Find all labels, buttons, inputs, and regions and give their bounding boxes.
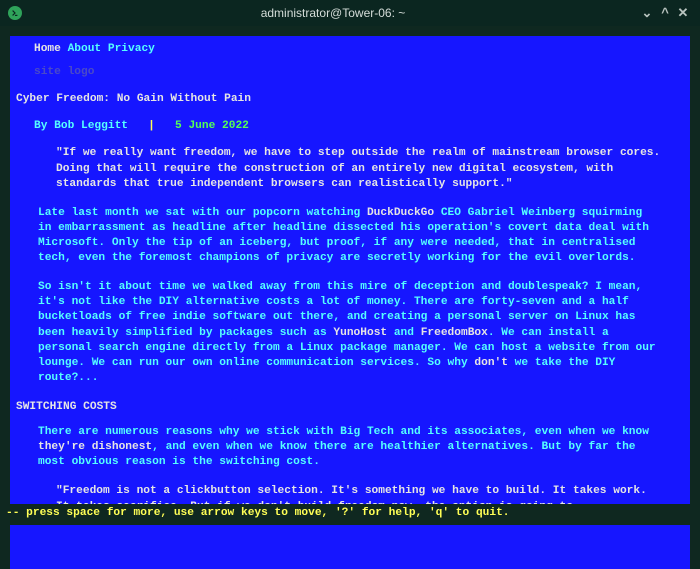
paragraph-2: So isn't it about time we walked away fr… [16,280,684,386]
byline-author: By Bob Leggitt [34,120,128,132]
minimize-button[interactable]: ^ [656,4,674,22]
terminal-icon [8,6,22,20]
p2-text-mid: and [387,327,421,339]
paragraph-3: There are numerous reasons why we stick … [16,425,684,470]
nav-privacy[interactable]: Privacy [108,43,155,55]
byline: By Bob Leggitt | 5 June 2022 [16,119,684,134]
byline-date: 5 June 2022 [175,120,249,132]
paragraph-1: Late last month we sat with our popcorn … [16,206,684,266]
window-titlebar: administrator@Tower-06: ~ ⌄ ^ ✕ [0,0,700,26]
pull-quote-1: "If we really want freedom, we have to s… [16,146,684,191]
terminal-viewport: Home About Privacy site logo Cyber Freed… [0,26,700,525]
nav-bar: Home About Privacy [16,42,684,57]
article-title: Cyber Freedom: No Gain Without Pain [16,92,684,107]
pager-content[interactable]: Home About Privacy site logo Cyber Freed… [10,36,690,569]
pager-statusbar: -- press space for more, use arrow keys … [0,504,700,525]
nav-home[interactable]: Home [34,43,61,55]
link-freedombox[interactable]: FreedomBox [421,327,488,339]
site-logo: site logo [16,65,684,80]
p3-text-a: There are numerous reasons why we stick … [38,426,649,438]
link-dishonest[interactable]: they're dishonest [38,441,152,453]
close-button[interactable]: ✕ [674,4,692,22]
section-heading-switching-costs: SWITCHING COSTS [16,400,684,415]
window-title: administrator@Tower-06: ~ [28,5,638,21]
byline-sep: | [148,120,155,132]
p1-text-a: Late last month we sat with our popcorn … [38,207,367,219]
nav-about[interactable]: About [68,43,102,55]
p2-emph: don't [474,357,508,369]
link-yunohost[interactable]: YunoHost [333,327,387,339]
window-menu-caret-icon[interactable]: ⌄ [638,4,656,22]
link-duckduckgo[interactable]: DuckDuckGo [367,207,434,219]
